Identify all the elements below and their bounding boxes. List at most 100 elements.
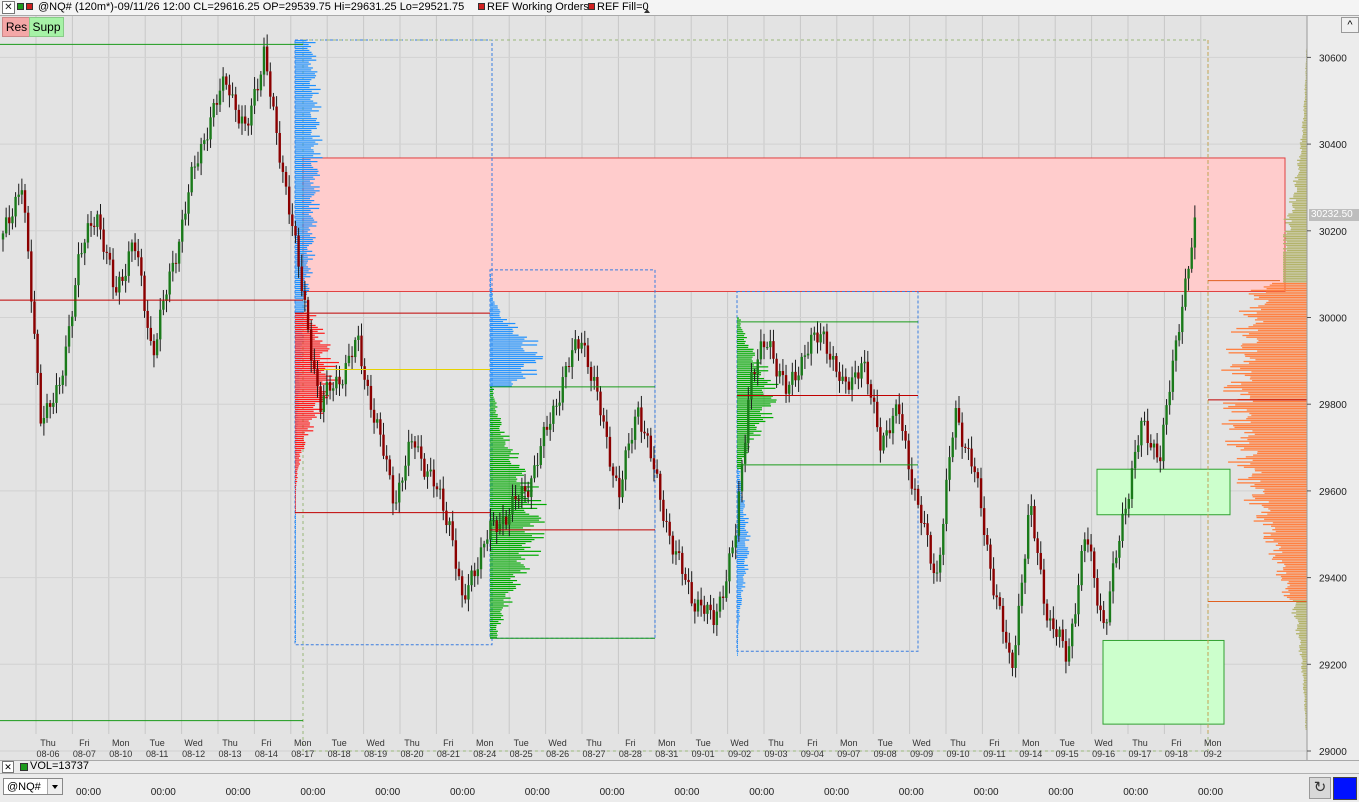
candle-body xyxy=(143,275,146,311)
volume-panel: ✕ VOL=13737 xyxy=(0,760,1359,773)
volume-profile-bar xyxy=(295,315,317,317)
date-axis-date: 08-19 xyxy=(364,749,387,759)
composite-profile-bar xyxy=(1286,232,1307,234)
date-axis-date: 09-14 xyxy=(1019,749,1042,759)
close-icon[interactable]: ✕ xyxy=(2,761,14,773)
candle-body xyxy=(762,341,766,348)
candle-body xyxy=(146,310,149,328)
composite-profile-bar xyxy=(1299,653,1307,656)
candle-body xyxy=(77,254,80,286)
composite-profile-bar xyxy=(1289,197,1307,200)
volume-profile-bar xyxy=(295,539,296,541)
volume-profile-bar xyxy=(295,280,305,282)
symbol-select[interactable]: @NQ# xyxy=(3,778,63,795)
candle-body xyxy=(894,404,898,416)
composite-profile-bar xyxy=(1293,194,1307,196)
volume-profile-bar xyxy=(737,640,738,643)
composite-profile-bar xyxy=(1264,489,1307,491)
price-chart[interactable]: 30600 30400 30200 30000 29800 29600 29400 29200… xyxy=(0,16,1359,760)
candle-body xyxy=(86,223,90,243)
candle-body xyxy=(901,414,904,431)
volume-profile-bar xyxy=(295,480,298,483)
volume-profile-bar xyxy=(490,412,496,414)
price-tick-label: 30400 xyxy=(1319,140,1347,151)
composite-profile-bar xyxy=(1302,125,1307,127)
composite-profile-bar xyxy=(1223,402,1307,404)
composite-profile-bar xyxy=(1256,338,1307,340)
support-button[interactable]: Supp xyxy=(29,17,64,37)
candle-body xyxy=(523,486,527,492)
candle-body xyxy=(970,448,973,467)
time-axis-label: 00:00 xyxy=(300,787,326,798)
volume-profile-bar xyxy=(737,391,764,393)
resistance-button[interactable]: Res xyxy=(2,17,31,37)
candle-body xyxy=(1,233,5,240)
volume-profile-bar xyxy=(737,348,754,350)
composite-profile-bar xyxy=(1300,154,1307,156)
candle-body xyxy=(659,473,662,500)
candle-body xyxy=(558,402,561,406)
candle-body xyxy=(737,491,741,536)
volume-profile-bar xyxy=(737,625,739,627)
close-icon[interactable]: ✕ xyxy=(2,1,15,14)
volume-profile-bar xyxy=(295,408,323,410)
volume-profile-bar xyxy=(295,73,315,75)
volume-profile-bar xyxy=(295,168,318,171)
volume-profile-bar xyxy=(295,389,320,391)
candle-body xyxy=(1086,539,1090,545)
color-button[interactable] xyxy=(1333,777,1357,800)
composite-profile-bar xyxy=(1249,503,1307,505)
date-axis-dow: Thu xyxy=(1132,738,1148,748)
candle-body xyxy=(133,242,137,252)
volume-profile-bar xyxy=(295,45,311,48)
volume-profile-bar xyxy=(295,42,316,44)
candle-body xyxy=(48,403,52,407)
volume-profile-bar xyxy=(490,283,491,286)
volume-profile-bar xyxy=(295,529,296,531)
composite-profile-bar xyxy=(1288,213,1307,215)
refresh-button[interactable]: ↻ xyxy=(1309,777,1331,799)
candle-body xyxy=(199,143,203,164)
composite-profile-bar xyxy=(1302,121,1307,123)
candle-body xyxy=(630,439,634,444)
volume-profile-bar xyxy=(295,619,296,621)
volume-profile-bar xyxy=(295,55,317,57)
price-tick-label: 29400 xyxy=(1319,574,1347,585)
candle-body xyxy=(237,109,241,124)
volume-profile-bar xyxy=(295,494,296,496)
volume-profile-bar xyxy=(737,405,771,407)
composite-profile-bar xyxy=(1298,166,1307,168)
volume-profile-bar xyxy=(295,558,296,561)
candle-body xyxy=(923,523,926,525)
volume-profile-bar xyxy=(737,428,757,430)
candle-body xyxy=(388,459,392,476)
candle-body xyxy=(1108,591,1112,623)
candle-body xyxy=(96,214,99,227)
composite-profile-bar xyxy=(1243,466,1307,468)
volume-profile-bar xyxy=(737,549,748,551)
volume-profile-bar xyxy=(490,441,506,443)
composite-profile-bar xyxy=(1299,638,1307,640)
candle-body xyxy=(517,499,520,501)
volume-profile-bar xyxy=(490,544,522,547)
date-axis-date: 08-07 xyxy=(73,749,96,759)
collapse-button[interactable]: ^ xyxy=(1341,17,1359,33)
volume-profile-bar xyxy=(490,416,498,418)
candle-body xyxy=(206,139,209,141)
volume-profile-bar xyxy=(490,301,495,303)
candle-body xyxy=(809,334,813,354)
chevron-down-icon[interactable] xyxy=(47,779,62,794)
volume-profile-bar xyxy=(737,652,738,654)
candle-body xyxy=(536,465,539,467)
date-axis-dow: Thu xyxy=(404,738,420,748)
volume-profile-bar xyxy=(490,338,525,340)
candle-body xyxy=(234,94,237,110)
candle-body xyxy=(401,480,404,483)
volume-profile-bar xyxy=(295,400,323,403)
volume-profile-bar xyxy=(490,615,504,617)
composite-profile-bar xyxy=(1244,353,1307,356)
volume-profile-bar xyxy=(490,468,525,470)
composite-profile-bar xyxy=(1292,608,1307,611)
composite-profile-bar xyxy=(1247,315,1307,318)
volume-profile-bar xyxy=(295,447,305,449)
